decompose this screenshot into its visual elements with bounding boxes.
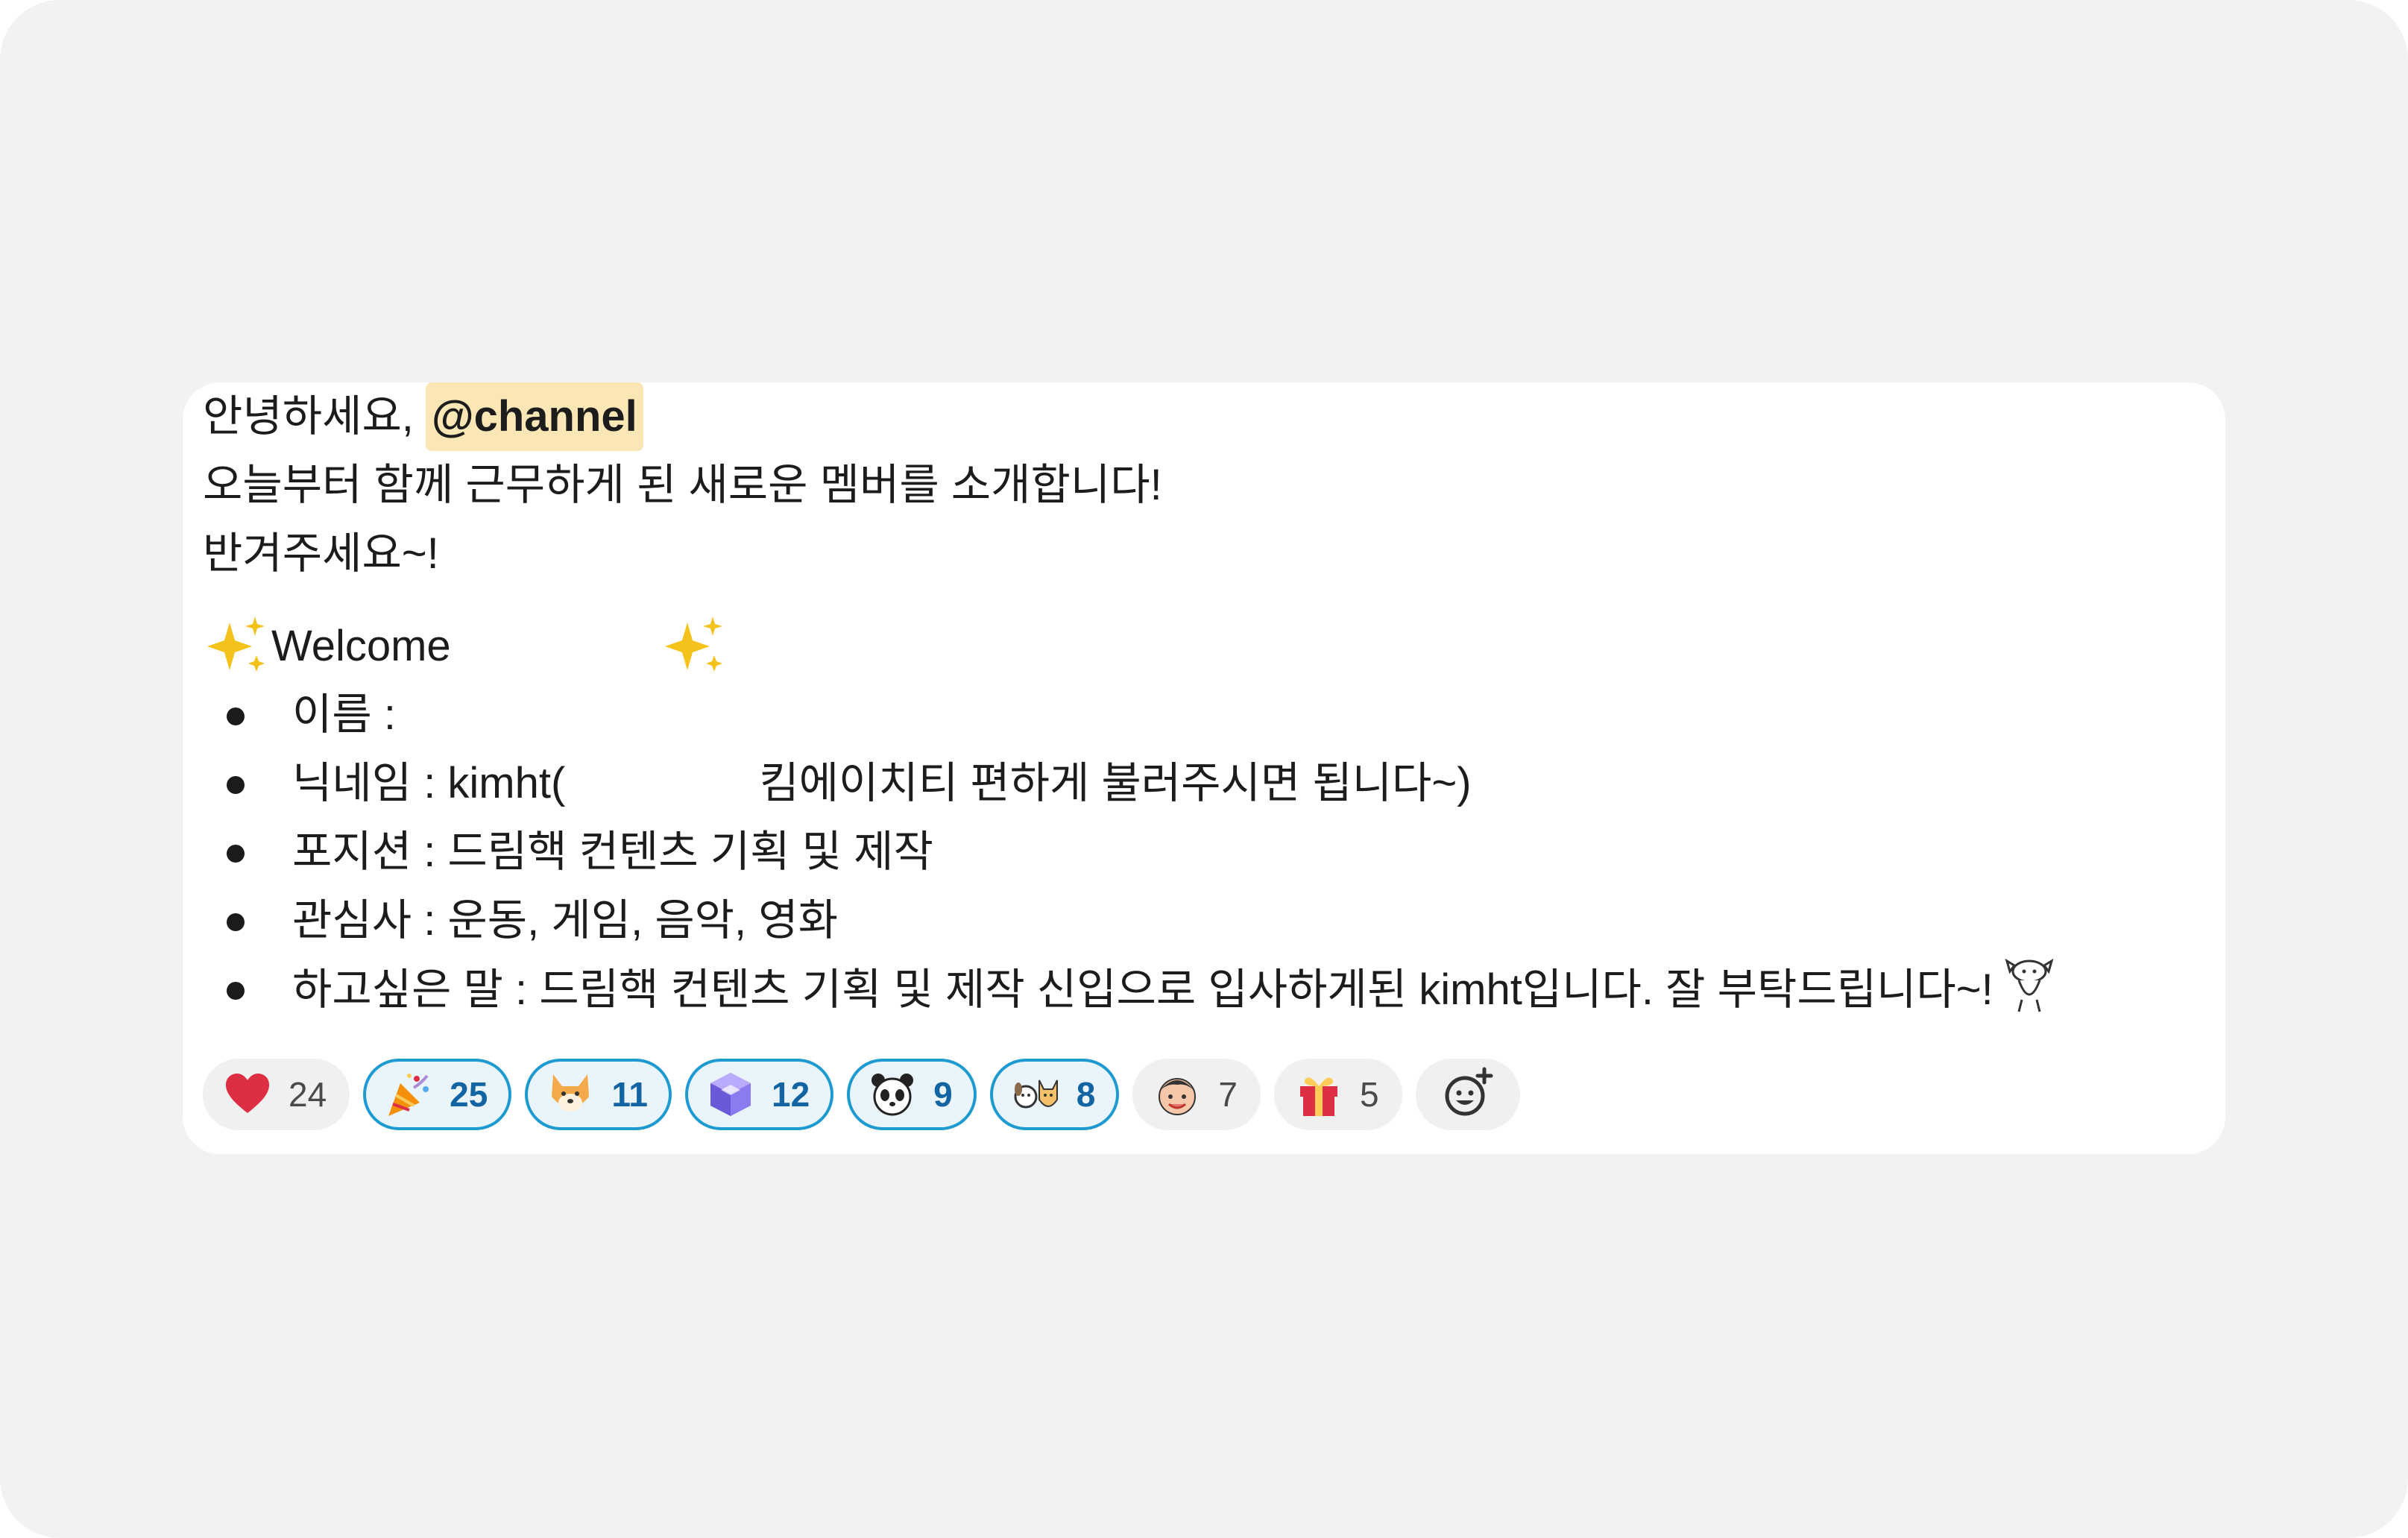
panda-icon: [868, 1070, 917, 1119]
reaction-gift[interactable]: 5: [1273, 1059, 1402, 1130]
heart-icon: [223, 1070, 272, 1119]
list-item-text: 관심사 : 운동, 게임, 음악, 영화: [292, 896, 838, 945]
reaction-count: 8: [1076, 1075, 1096, 1114]
channel-mention[interactable]: @channel: [426, 382, 643, 451]
reaction-party[interactable]: 25: [363, 1059, 512, 1130]
gift-icon: [1294, 1070, 1343, 1119]
list-item-text: 하고싶은 말 : 드림핵 컨텐츠 기획 및 제작 신입으로 입사하게된 kimh…: [292, 955, 2059, 1024]
reaction-count: 9: [933, 1075, 953, 1114]
reaction-face[interactable]: 7: [1132, 1059, 1261, 1130]
member-info-list: 이름 : 닉네임 : kimht( 킴에이치티 편하게 불러주시면 됩니다~) 포…: [203, 681, 2196, 1024]
sparkles-icon: [203, 612, 271, 681]
reaction-count: 11: [611, 1075, 648, 1114]
welcome-text: Welcome: [271, 622, 451, 670]
reaction-cube[interactable]: 12: [684, 1059, 834, 1130]
sparkles-icon: [661, 612, 729, 681]
bullet-icon: [227, 913, 245, 931]
reaction-count: 24: [289, 1075, 327, 1114]
bullet-icon: [227, 982, 245, 1000]
reaction-count: 25: [450, 1075, 488, 1114]
face-character-icon: [1153, 1070, 1202, 1119]
shiba-dog-icon: [546, 1070, 595, 1119]
reaction-count: 5: [1359, 1075, 1379, 1114]
party-popper-icon: [384, 1070, 433, 1119]
page-background: 안녕하세요, @channel 오늘부터 함께 근무하게 된 새로운 멤버를 소…: [0, 0, 2408, 1538]
list-item: 닉네임 : kimht( 킴에이치티 편하게 불러주시면 됩니다~): [203, 749, 2196, 818]
list-item: 관심사 : 운동, 게임, 음악, 영화: [203, 886, 2196, 955]
nickname-suffix: 킴에이치티 편하게 불러주시면 됩니다~): [759, 759, 1472, 807]
reaction-bar: 24 25 11 12 9 8 7 5: [203, 1057, 1520, 1132]
dog-and-cat-icon: [1011, 1070, 1060, 1119]
message-body: 안녕하세요, @channel 오늘부터 함께 근무하게 된 새로운 멤버를 소…: [203, 382, 2196, 1024]
reaction-shiba[interactable]: 11: [525, 1059, 672, 1130]
bullet-icon: [227, 845, 245, 863]
list-item: 포지션 : 드림핵 컨텐츠 기획 및 제작: [203, 818, 2196, 886]
greeting-text: 안녕하세요,: [203, 392, 426, 441]
bullet-icon: [227, 707, 245, 725]
reaction-count: 12: [771, 1075, 810, 1114]
reaction-count: 7: [1218, 1075, 1238, 1114]
cube-logo-icon: [706, 1070, 755, 1119]
bullet-icon: [227, 776, 245, 794]
nickname-prefix: 닉네임 : kimht(: [292, 759, 566, 807]
add-emoji-icon: [1441, 1066, 1495, 1123]
welcome-request-line: 반겨주세요~!: [203, 529, 439, 578]
bowing-dog-icon: [1999, 955, 2059, 1015]
closing-text: 하고싶은 말 : 드림핵 컨텐츠 기획 및 제작 신입으로 입사하게된 kimh…: [292, 965, 1993, 1014]
greeting-line: 안녕하세요, @channel: [203, 382, 2196, 451]
list-item-text: 이름 :: [292, 690, 396, 739]
list-item-text: 포지션 : 드림핵 컨텐츠 기획 및 제작: [292, 828, 933, 876]
list-item: 하고싶은 말 : 드림핵 컨텐츠 기획 및 제작 신입으로 입사하게된 kimh…: [203, 955, 2196, 1024]
add-reaction-button[interactable]: [1415, 1059, 1520, 1130]
welcome-line: Welcome: [203, 612, 2196, 681]
list-item-text: 닉네임 : kimht( 킴에이치티 편하게 불러주시면 됩니다~): [292, 749, 1472, 818]
reaction-pets[interactable]: 8: [989, 1059, 1120, 1130]
intro-line: 오늘부터 함께 근무하게 된 새로운 멤버를 소개합니다!: [203, 461, 1162, 509]
list-item: 이름 :: [203, 681, 2196, 749]
message-card: 안녕하세요, @channel 오늘부터 함께 근무하게 된 새로운 멤버를 소…: [183, 382, 2225, 1154]
reaction-heart[interactable]: 24: [203, 1059, 350, 1130]
reaction-panda[interactable]: 9: [847, 1059, 977, 1130]
